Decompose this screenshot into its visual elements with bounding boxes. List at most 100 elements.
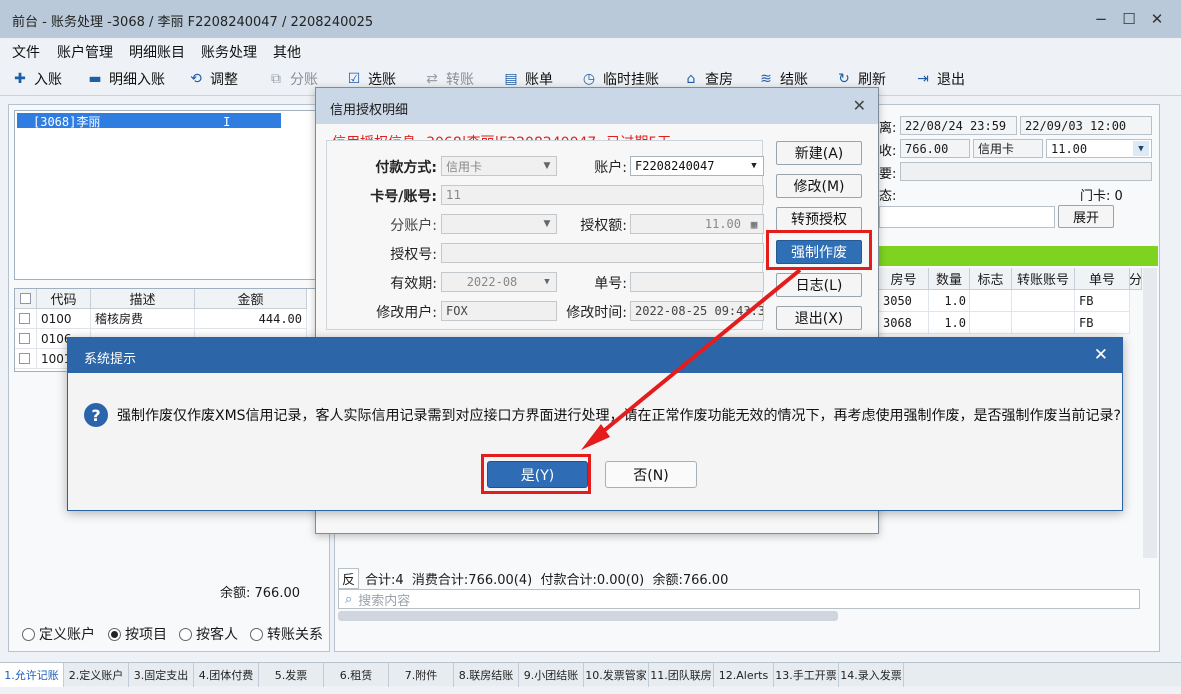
tab-define-account[interactable]: 2.定义账户	[64, 663, 129, 687]
cell-transfer	[1012, 290, 1075, 312]
card-amount-select[interactable]: 11.00 ▼	[1046, 139, 1152, 158]
sub-account-label: 分账户:	[390, 218, 437, 234]
cell-qty: 1.0	[929, 290, 970, 312]
dropdown-arrow-icon[interactable]: ▼	[1133, 141, 1149, 156]
pay-method-select[interactable]: 信用卡 ▼	[441, 156, 557, 176]
menu-account-management[interactable]: 账户管理	[57, 42, 113, 62]
yes-highlight	[481, 454, 591, 494]
adjust-button[interactable]: ⟲ 调整	[188, 69, 238, 89]
radio-transfer-relation[interactable]: 转账关系	[250, 624, 323, 644]
radio-by-guest[interactable]: 按客人	[179, 624, 238, 644]
cell-desc: 稽核房费	[91, 309, 195, 329]
modified-time-label: 修改时间:	[566, 305, 627, 321]
row-checkbox-cell[interactable]	[15, 329, 37, 349]
maximize-icon[interactable]: ☐	[1118, 8, 1140, 30]
account-select[interactable]: F2208240047 ▼	[630, 156, 764, 176]
select-bill-button[interactable]: ☑ 选账	[346, 69, 396, 89]
search-icon: ⌕	[345, 591, 353, 607]
vertical-scrollbar[interactable]	[1143, 268, 1157, 558]
expiry-select[interactable]: 2022-08 ▼	[441, 272, 557, 292]
tab-fixed-expense[interactable]: 3.固定支出	[129, 663, 194, 687]
detail-post-button[interactable]: ▬ 明细入账	[87, 69, 165, 89]
row-checkbox[interactable]	[19, 353, 30, 364]
search-input[interactable]: ⌕ 搜索内容	[338, 589, 1140, 609]
note-field[interactable]	[900, 162, 1152, 181]
tab-alerts[interactable]: 12.Alerts	[714, 663, 774, 687]
horizontal-scrollbar[interactable]	[338, 611, 838, 621]
cell-order-no: FB	[1075, 290, 1130, 312]
status-input[interactable]	[879, 206, 1055, 228]
expiry-value: 2022-08	[466, 275, 518, 289]
row-checkbox-cell[interactable]	[15, 309, 37, 329]
checkbox-icon: ☑	[347, 71, 361, 87]
tab-linked-checkout[interactable]: 8.联房结账	[454, 663, 519, 687]
cell-transfer	[1012, 312, 1075, 334]
dropdown-arrow-icon: ▼	[543, 219, 551, 229]
menu-detail-ledger[interactable]: 明细账目	[129, 42, 185, 62]
select-all-header[interactable]	[15, 289, 37, 309]
tab-invoice-manager[interactable]: 10.发票管家	[584, 663, 649, 687]
new-button[interactable]: 新建(A)	[776, 141, 862, 165]
radio-icon	[179, 627, 192, 641]
tab-group-payment[interactable]: 4.团体付费	[194, 663, 259, 687]
cell-order-no: FB	[1075, 312, 1130, 334]
menu-file[interactable]: 文件	[12, 42, 40, 62]
radio-define-account[interactable]: 定义账户	[22, 624, 95, 644]
post-charge-button[interactable]: ✚ 入账	[12, 69, 62, 89]
note-label: 要:	[879, 167, 897, 182]
tab-lease[interactable]: 6.租赁	[324, 663, 389, 687]
cell-room: 3050	[879, 290, 929, 312]
exit-dialog-button[interactable]: 退出(X)	[776, 306, 862, 330]
row-checkbox[interactable]	[19, 313, 30, 324]
log-button[interactable]: 日志(L)	[776, 273, 862, 297]
tab-invoice[interactable]: 5.发票	[259, 663, 324, 687]
auth-amount-field[interactable]: 11.00 ▦	[630, 214, 764, 234]
menu-bar: 文件 账户管理 明细账目 账务处理 其他	[0, 38, 1181, 62]
modify-button[interactable]: 修改(M)	[776, 174, 862, 198]
clock-icon: ◷	[582, 71, 596, 87]
close-icon[interactable]: ✕	[853, 96, 866, 115]
guest-item[interactable]: [3068]李丽 I 766.00	[17, 113, 346, 129]
convert-preauth-button[interactable]: 转预授权	[776, 207, 862, 231]
close-icon[interactable]: ✕	[1146, 8, 1168, 30]
title-bar: 前台 - 账务处理 -3068 / 李丽 F2208240047 / 22082…	[0, 0, 1181, 38]
close-icon[interactable]: ✕	[1094, 345, 1108, 365]
split-icon: ⧉	[271, 71, 281, 87]
expand-button[interactable]: 展开	[1058, 205, 1114, 228]
check-room-button[interactable]: ⌂ 查房	[683, 69, 733, 89]
menu-accounting[interactable]: 账务处理	[201, 42, 257, 62]
split-button[interactable]: ⧉ 分账	[268, 69, 318, 89]
auth-no-field[interactable]	[441, 243, 764, 263]
tab-manual-invoice[interactable]: 13.手工开票	[774, 663, 839, 687]
menu-other[interactable]: 其他	[273, 42, 301, 62]
temp-hold-button[interactable]: ◷ 临时挂账	[581, 69, 659, 89]
refresh-button[interactable]: ↻ 刷新	[836, 69, 886, 89]
tab-enter-invoice[interactable]: 14.录入发票	[839, 663, 904, 687]
no-button[interactable]: 否(N)	[605, 461, 697, 488]
tab-attachment[interactable]: 7.附件	[389, 663, 454, 687]
transfer-button[interactable]: ⇄ 转账	[424, 69, 474, 89]
cell-flag	[970, 312, 1012, 334]
guest-list[interactable]: [3068]李丽 I 766.00	[14, 110, 346, 280]
row-checkbox-cell[interactable]	[15, 349, 37, 369]
bill-button[interactable]: ▤ 账单	[503, 69, 553, 89]
reverse-toggle[interactable]: 反	[338, 567, 360, 589]
order-no-field[interactable]	[630, 272, 764, 292]
card-no-field[interactable]: 11	[441, 185, 764, 205]
calculator-icon[interactable]: ▦	[745, 215, 763, 233]
tab-team-linked-room[interactable]: 11.团队联房	[649, 663, 714, 687]
sub-account-select[interactable]: ▼	[441, 214, 557, 234]
plus-circle-icon: ✚	[14, 71, 26, 87]
tab-allow-posting[interactable]: 1.允许记账	[0, 663, 64, 687]
row-checkbox[interactable]	[19, 333, 30, 344]
exit-button[interactable]: ⇥ 退出	[915, 69, 965, 89]
checkout-button[interactable]: ≋ 结账	[758, 69, 808, 89]
minimize-icon[interactable]: −	[1090, 8, 1112, 30]
column-header-transfer-account: 转账账号	[1012, 268, 1075, 290]
status-label: 态:	[879, 189, 897, 204]
radio-by-item[interactable]: 按项目	[108, 624, 167, 644]
tab-small-group-checkout[interactable]: 9.小团结账	[519, 663, 584, 687]
account-label: 账户:	[594, 160, 627, 176]
adjust-icon: ⟲	[190, 71, 202, 87]
select-all-checkbox[interactable]	[20, 293, 31, 304]
